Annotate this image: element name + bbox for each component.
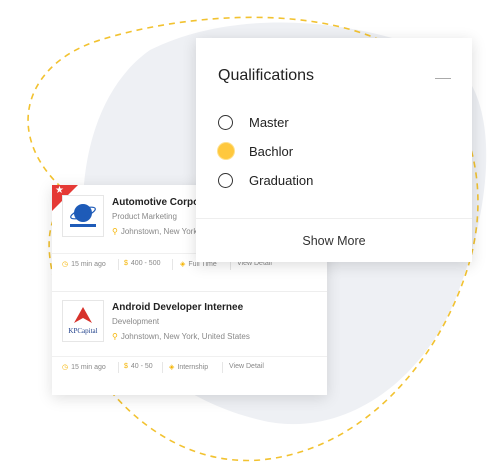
kp-capital-logo-icon: KPCapital <box>68 307 98 335</box>
job-location: ⚲ Johnstown, New York <box>112 227 197 236</box>
qualifications-filter-panel: Qualifications Master Bachlor Graduation… <box>196 38 472 262</box>
radio-option-master[interactable]: Master <box>218 114 418 132</box>
panel-title: Qualifications <box>218 67 315 84</box>
job-category: Development <box>112 317 160 326</box>
job-title[interactable]: Automotive Corpor <box>112 197 203 208</box>
posted-time-text: 15 min ago <box>71 261 106 268</box>
clock-icon: ◷ <box>62 261 69 268</box>
dollar-icon: $ <box>124 260 128 267</box>
job-location: ⚲ Johnstown, New York, United States <box>112 332 250 341</box>
globe-logo-icon <box>70 204 96 227</box>
job-category: Product Marketing <box>112 212 177 221</box>
location-pin-icon: ⚲ <box>112 227 118 236</box>
salary: $400 - 500 <box>124 260 161 267</box>
job-item[interactable]: KPCapital Android Developer Internee Dev… <box>52 291 327 395</box>
job-type-text: Internship <box>177 364 209 371</box>
posted-time: ◷ 15 min ago <box>62 363 106 371</box>
radio-button[interactable] <box>218 115 233 130</box>
job-type-text: Full Time <box>188 261 217 268</box>
job-meta-bar: ◷ 15 min ago $40 - 50 ◈ Internship View De… <box>52 356 327 381</box>
salary-text: 400 - 500 <box>130 260 161 267</box>
radio-label: Master <box>249 115 289 130</box>
radio-label: Bachlor <box>249 144 294 159</box>
salary: $40 - 50 <box>124 363 153 370</box>
radio-button[interactable] <box>218 173 233 188</box>
logo-wordmark: KPCapital <box>68 327 97 335</box>
divider <box>196 218 472 219</box>
collapse-icon[interactable] <box>435 78 451 79</box>
posted-time: ◷ 15 min ago <box>62 260 106 268</box>
job-location-text: Johnstown, New York <box>120 227 198 236</box>
meta-divider <box>118 259 119 270</box>
posted-time-text: 15 min ago <box>71 364 106 371</box>
radio-label: Graduation <box>249 173 314 188</box>
meta-divider <box>222 362 223 373</box>
radio-option-graduation[interactable]: Graduation <box>218 172 418 190</box>
clock-icon: ◷ <box>62 364 69 371</box>
meta-divider <box>162 362 163 373</box>
radio-option-bachlor[interactable]: Bachlor <box>218 143 418 161</box>
salary-text: 40 - 50 <box>130 363 153 370</box>
location-pin-icon: ⚲ <box>112 332 118 341</box>
company-logo: KPCapital <box>62 300 104 342</box>
job-type: ◈ Internship <box>169 363 208 371</box>
view-detail-link[interactable]: View Detail <box>229 363 264 370</box>
meta-divider <box>172 259 173 270</box>
job-title[interactable]: Android Developer Internee <box>112 302 243 313</box>
company-logo <box>62 195 104 237</box>
radio-button-selected[interactable] <box>218 143 234 159</box>
thumbs-up-icon: ◈ <box>169 364 175 371</box>
briefcase-icon: ◈ <box>180 261 186 268</box>
meta-divider <box>118 362 119 373</box>
dollar-icon: $ <box>124 363 128 370</box>
job-location-text: Johnstown, New York, United States <box>120 332 250 341</box>
show-more-button[interactable]: Show More <box>196 234 472 248</box>
